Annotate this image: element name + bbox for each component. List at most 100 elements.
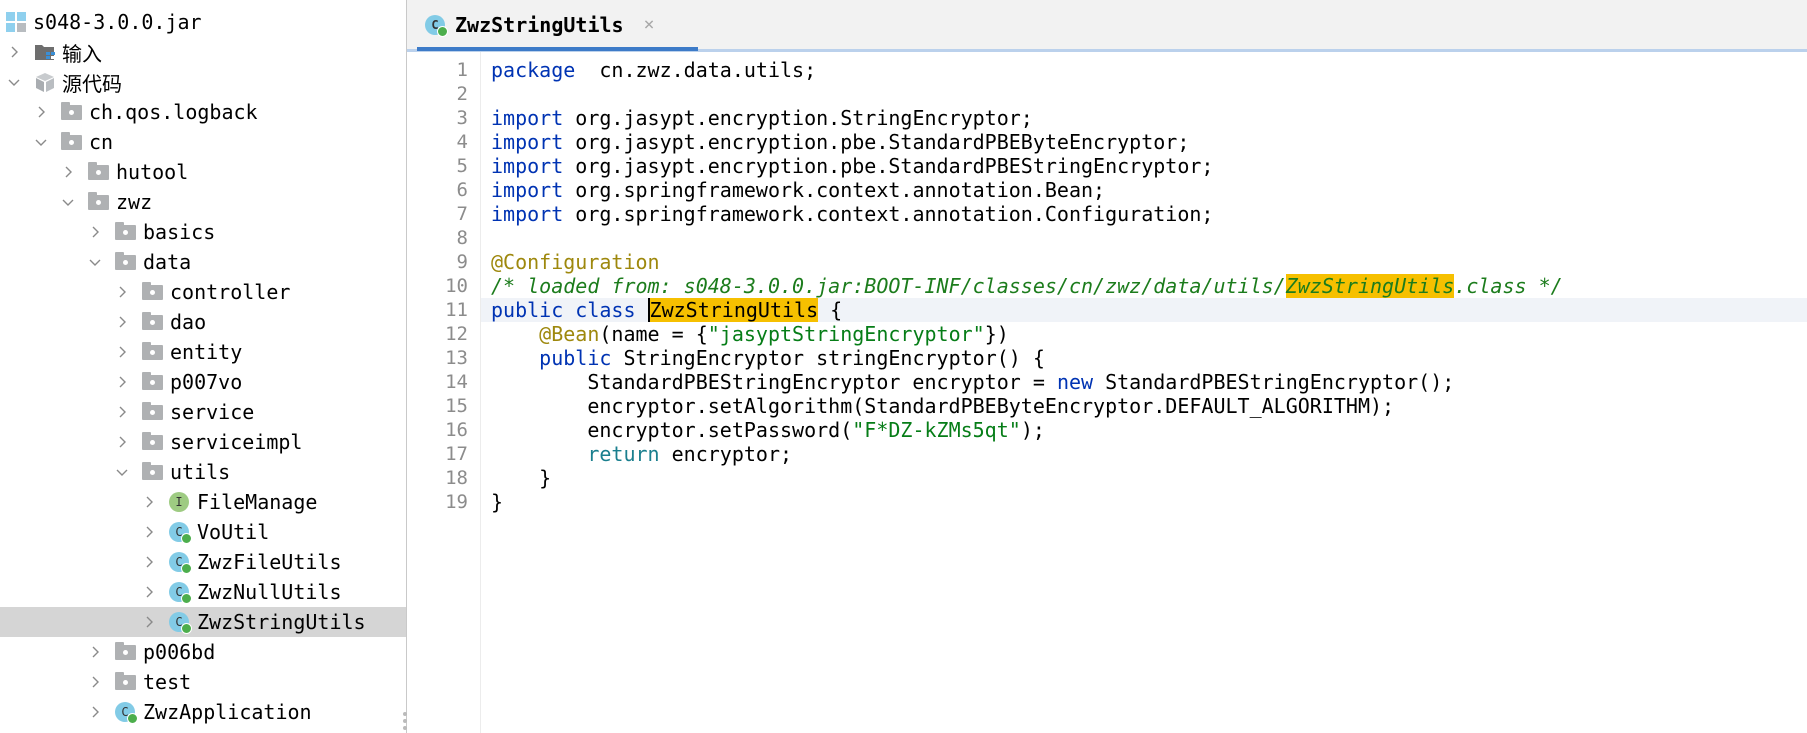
tree-item-voutil[interactable]: C VoUtil: [0, 517, 406, 547]
source-package-icon: [34, 71, 56, 93]
tree-item-filemanage[interactable]: I FileManage: [0, 487, 406, 517]
tree-item-label: ch.qos.logback: [89, 100, 258, 124]
tree-item-zwzstringutils[interactable]: C ZwzStringUtils: [0, 607, 406, 637]
code-token: encryptor.setPassword(: [491, 418, 853, 442]
tree-item--[interactable]: 输入: [0, 37, 406, 67]
code-line: public StringEncryptor stringEncryptor()…: [491, 346, 1045, 370]
chevron-right-icon[interactable]: [115, 435, 129, 449]
line-number: 3: [456, 107, 468, 129]
tree-item-utils[interactable]: utils: [0, 457, 406, 487]
class-icon: C: [425, 14, 448, 37]
chevron-down-icon[interactable]: [115, 465, 129, 479]
tree-item--[interactable]: 源代码: [0, 67, 406, 97]
chevron-right-icon[interactable]: [7, 45, 21, 59]
tree-item-hutool[interactable]: hutool: [0, 157, 406, 187]
code-token: org.jasypt.encryption.StringEncryptor;: [563, 106, 1033, 130]
line-number: 17: [445, 443, 468, 465]
tree-item-label: FileManage: [197, 490, 318, 514]
line-number: 7: [456, 203, 468, 225]
tree-item-basics[interactable]: basics: [0, 217, 406, 247]
chevron-down-icon[interactable]: [88, 255, 102, 269]
package-folder-icon: [142, 281, 164, 303]
chevron-right-icon[interactable]: [88, 675, 102, 689]
tree-item-p006bd[interactable]: p006bd: [0, 637, 406, 667]
class-icon: C: [169, 551, 192, 574]
line-number: 1: [456, 59, 468, 81]
chevron-right-icon[interactable]: [115, 315, 129, 329]
chevron-right-icon[interactable]: [142, 585, 156, 599]
tab-label: ZwzStringUtils: [455, 12, 624, 37]
line-number: 15: [445, 395, 468, 417]
chevron-right-icon[interactable]: [115, 375, 129, 389]
code-token: org.springframework.context.annotation.B…: [563, 178, 1106, 202]
chevron-right-icon[interactable]: [88, 225, 102, 239]
chevron-right-icon[interactable]: [142, 495, 156, 509]
tree-item-label: VoUtil: [197, 520, 270, 544]
tree-item-service[interactable]: service: [0, 397, 406, 427]
line-number: 12: [445, 323, 468, 345]
chevron-right-icon[interactable]: [88, 705, 102, 719]
tree-item-zwznullutils[interactable]: C ZwzNullUtils: [0, 577, 406, 607]
tree-item-dao[interactable]: dao: [0, 307, 406, 337]
chevron-down-icon[interactable]: [7, 75, 21, 89]
tree-item-zwzapplication[interactable]: C ZwzApplication: [0, 697, 406, 727]
project-tree-panel: s048-3.0.0.jar 输入 源代码 ch.qos.logback cn hutoo…: [0, 0, 407, 733]
tree-item-label: ZwzApplication: [143, 700, 312, 724]
package-folder-icon: [142, 341, 164, 363]
code-token: }: [491, 490, 504, 514]
chevron-right-icon[interactable]: [142, 525, 156, 539]
tree-item-test[interactable]: test: [0, 667, 406, 697]
code-line: @Configuration: [491, 250, 660, 274]
chevron-right-icon[interactable]: [88, 645, 102, 659]
line-number: 14: [445, 371, 468, 393]
package-folder-icon: [142, 461, 164, 483]
line-number: 8: [456, 227, 468, 249]
chevron-right-icon[interactable]: [142, 555, 156, 569]
tree-item-zwz[interactable]: zwz: [0, 187, 406, 217]
code-token: ZwzStringUtils: [647, 298, 819, 322]
line-number: 4: [456, 131, 468, 153]
tree-item-serviceimpl[interactable]: serviceimpl: [0, 427, 406, 457]
tree-item-s048-3-0-0-jar[interactable]: s048-3.0.0.jar: [0, 7, 406, 37]
tree-item-ch-qos-logback[interactable]: ch.qos.logback: [0, 97, 406, 127]
tree-item-label: zwz: [116, 190, 153, 214]
chevron-down-icon[interactable]: [61, 195, 75, 209]
close-tab-icon[interactable]: ×: [644, 14, 655, 35]
tree-item-cn[interactable]: cn: [0, 127, 406, 157]
tree-item-entity[interactable]: entity: [0, 337, 406, 367]
tree-item-controller[interactable]: controller: [0, 277, 406, 307]
jar-icon: [5, 11, 27, 33]
code-token: @Configuration: [491, 250, 660, 274]
chevron-right-icon[interactable]: [61, 165, 75, 179]
chevron-right-icon[interactable]: [115, 345, 129, 359]
line-number: 2: [456, 83, 468, 105]
code-line: import org.springframework.context.annot…: [491, 178, 1105, 202]
package-folder-icon: [88, 191, 110, 213]
code-line: import org.jasypt.encryption.pbe.Standar…: [491, 154, 1213, 178]
chevron-right-icon[interactable]: [34, 105, 48, 119]
code-token: import: [491, 106, 564, 130]
code-line: StandardPBEStringEncryptor encryptor = n…: [491, 370, 1454, 394]
tree-item-label: controller: [170, 280, 291, 304]
code-line: public class ZwzStringUtils {: [491, 298, 842, 322]
interface-icon: I: [169, 491, 191, 513]
active-tab-indicator: [417, 47, 698, 51]
code-token: import: [491, 178, 564, 202]
class-icon: C: [169, 611, 192, 634]
chevron-right-icon[interactable]: [115, 405, 129, 419]
code-token: new: [1056, 370, 1094, 394]
tree-item-label: entity: [170, 340, 243, 364]
tree-item-data[interactable]: data: [0, 247, 406, 277]
tree-item-p007vo[interactable]: p007vo: [0, 367, 406, 397]
code-token: encryptor;: [659, 442, 793, 466]
code-token: return: [587, 442, 660, 466]
tree-item-label: test: [143, 670, 192, 694]
code-editor[interactable]: 1 2 3 4 5 6 7 8 9 10 11 12 13 14 15 16 17 18 19 package cn…: [407, 52, 1807, 733]
tree-item-zwzfileutils[interactable]: C ZwzFileUtils: [0, 547, 406, 577]
chevron-down-icon[interactable]: [34, 135, 48, 149]
tab-zwzstringutils[interactable]: C ZwzStringUtils ×: [417, 0, 662, 49]
chevron-right-icon[interactable]: [115, 285, 129, 299]
chevron-right-icon[interactable]: [142, 615, 156, 629]
